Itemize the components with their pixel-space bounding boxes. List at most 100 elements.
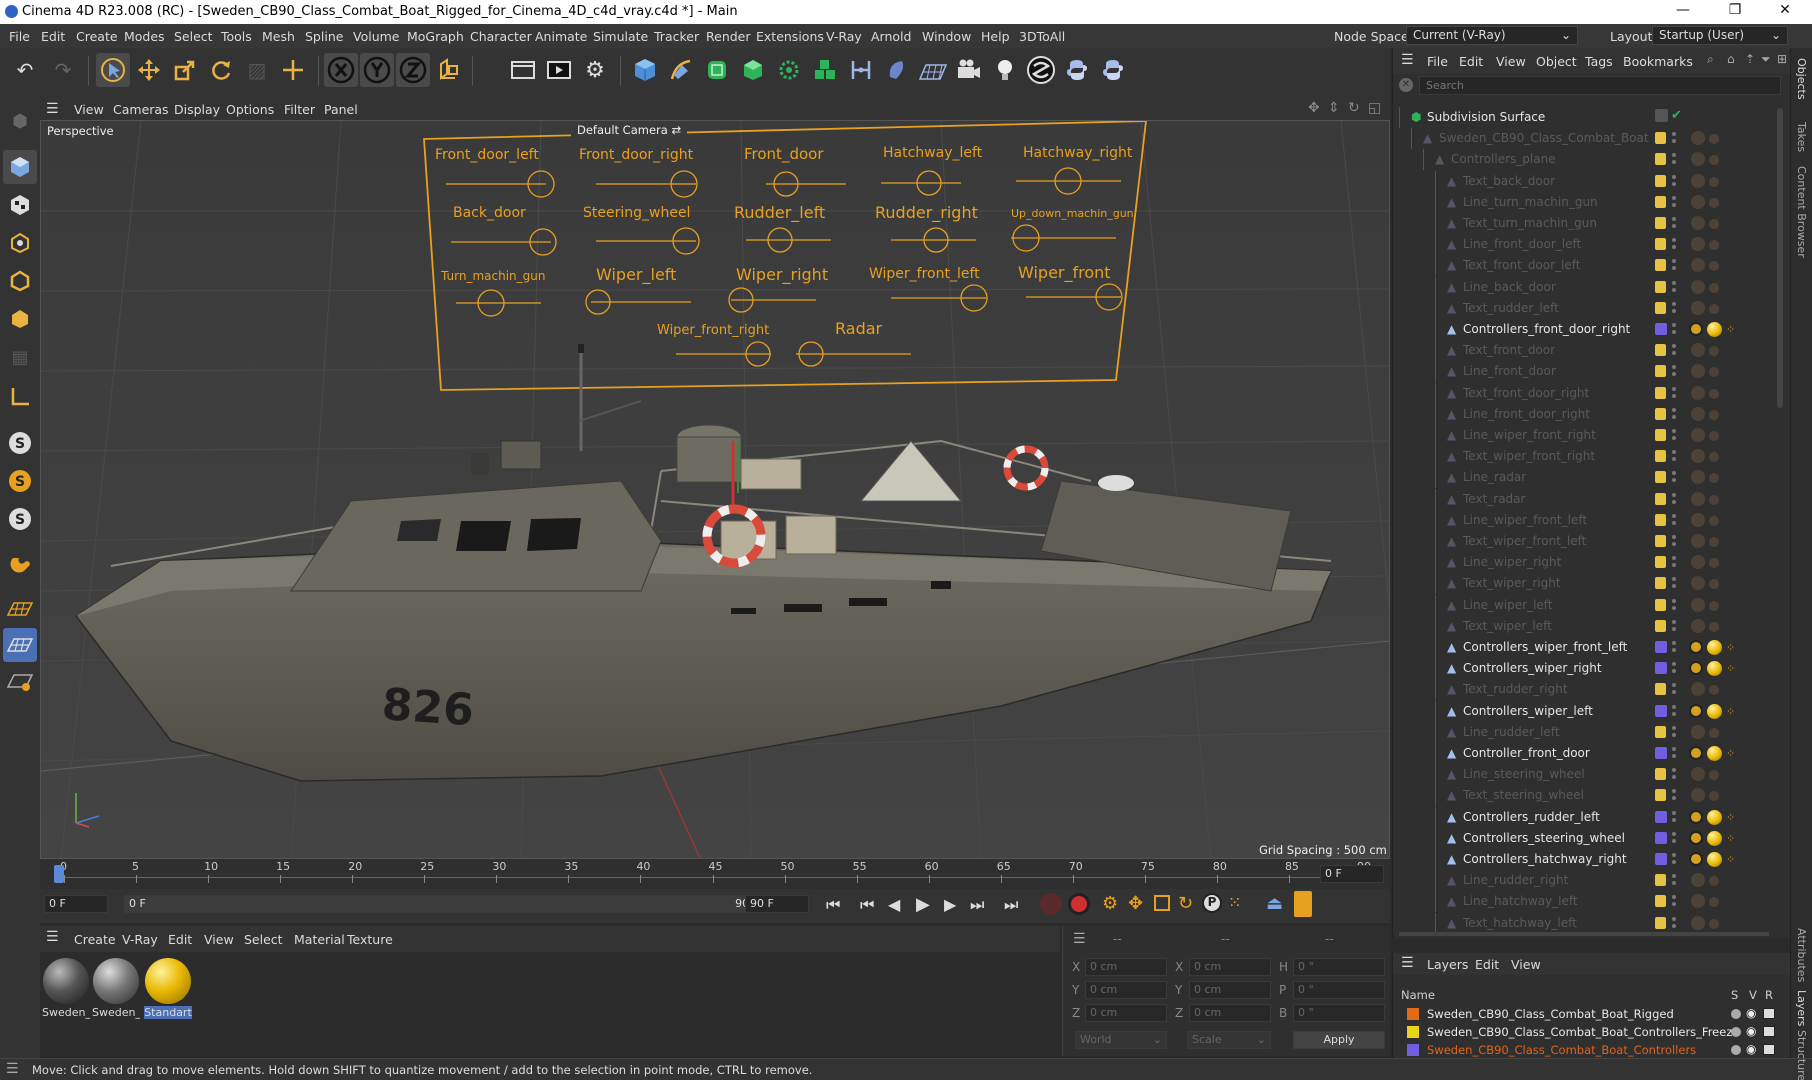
object-row[interactable]: ▲ Text_steering_wheel <box>1393 785 1775 807</box>
material-tag-icon[interactable] <box>1707 830 1722 846</box>
object-row[interactable]: ▲ Text_rudder_left <box>1393 297 1775 319</box>
menu-mograph[interactable]: MoGraph <box>407 29 464 44</box>
object-row[interactable]: ▲ Line_front_door_right <box>1393 403 1775 425</box>
cloner-icon[interactable] <box>808 53 842 87</box>
visibility-dots-icon[interactable] <box>1672 747 1676 759</box>
lock-icon[interactable] <box>1655 365 1666 378</box>
om-menu-object[interactable]: Object <box>1536 54 1577 69</box>
constraint-tag-icon[interactable] <box>1709 431 1719 441</box>
constraint-tag-icon[interactable]: ⁘ <box>1726 832 1735 845</box>
tab-content-browser[interactable]: Content Browser <box>1795 166 1808 258</box>
keyframe-settings-icon[interactable]: ⚙ <box>1102 893 1118 914</box>
layer-row[interactable]: Sweden_CB90_Class_Combat_Boat_Rigged ◉ <box>1393 1005 1791 1023</box>
viewport[interactable]: 826 Front_door_left Front_door_right Fro… <box>40 120 1390 859</box>
protection-tag-icon[interactable] <box>1689 746 1703 760</box>
material-tag-icon[interactable] <box>1707 809 1722 825</box>
material-tag-icon[interactable] <box>1691 576 1705 591</box>
visibility-dots-icon[interactable] <box>1672 301 1676 314</box>
visibility-dots-icon[interactable] <box>1672 365 1676 377</box>
menu-arnold[interactable]: Arnold <box>871 29 911 44</box>
object-row[interactable]: ▲ Line_rudder_right <box>1393 870 1775 892</box>
object-row[interactable]: ▲ Text_hatchway_left <box>1393 912 1775 934</box>
vp-menu-cameras[interactable]: Cameras <box>113 102 169 117</box>
object-row[interactable]: ▲ Controllers_plane <box>1393 149 1775 171</box>
pos-y-field[interactable]: 0 cm <box>1085 981 1167 999</box>
menu-3dtoall[interactable]: 3DToAll <box>1019 29 1065 44</box>
maximize-view-icon[interactable]: ◱ <box>1368 100 1381 116</box>
solo-toggle-icon[interactable] <box>1731 1045 1741 1055</box>
visibility-dots-icon[interactable] <box>1672 153 1676 165</box>
vp-menu-options[interactable]: Options <box>226 102 274 117</box>
protection-tag-icon[interactable] <box>1689 852 1703 866</box>
visibility-dots-icon[interactable] <box>1672 407 1676 420</box>
protection-tag-icon[interactable] <box>1689 322 1703 336</box>
world-coords-icon[interactable] <box>432 53 466 87</box>
constraint-tag-icon[interactable] <box>1709 600 1719 611</box>
material-tag-icon[interactable] <box>1691 491 1705 506</box>
object-row[interactable]: ▲ Text_back_door <box>1393 170 1775 192</box>
layer-menu-edit[interactable]: Edit <box>1475 957 1499 972</box>
visibility-dots-icon[interactable] <box>1672 874 1676 886</box>
apply-button[interactable]: Apply <box>1293 1031 1385 1049</box>
lock-icon[interactable] <box>1655 492 1666 505</box>
camera-badge[interactable]: Default Camera ⇄ <box>571 123 688 140</box>
material-tag-icon[interactable] <box>1691 216 1705 230</box>
material-tag-icon[interactable] <box>1691 385 1705 400</box>
points-mode-icon[interactable] <box>3 226 37 260</box>
object-row[interactable]: ▲ Line_turn_machin_gun <box>1393 191 1775 213</box>
object-row[interactable]: ▲ Line_wiper_front_right <box>1393 425 1775 446</box>
object-row[interactable]: ▲ Text_wiper_right <box>1393 573 1775 595</box>
solo-toggle-icon[interactable] <box>1731 1009 1741 1019</box>
constraint-tag-icon[interactable] <box>1709 918 1719 929</box>
python-icon[interactable] <box>1060 53 1094 87</box>
visibility-dots-icon[interactable] <box>1672 535 1676 547</box>
om-menu-bookmarks[interactable]: Bookmarks <box>1623 54 1693 69</box>
y-axis-icon[interactable] <box>360 53 394 87</box>
constraint-tag-icon[interactable] <box>1709 579 1719 590</box>
object-row[interactable]: ▲ Text_front_door_left <box>1393 255 1775 277</box>
layout-select[interactable]: Startup (User) ⌄ <box>1652 26 1788 45</box>
constraint-tag-icon[interactable] <box>1709 770 1719 781</box>
filter-icon[interactable]: ⏷ <box>1761 52 1771 67</box>
menu-render[interactable]: Render <box>706 29 751 44</box>
timeline-window-icon[interactable] <box>1294 891 1312 917</box>
extrude-icon[interactable] <box>736 53 770 87</box>
rot-b-field[interactable]: 0 ° <box>1293 1004 1385 1022</box>
deformer-icon[interactable] <box>844 53 878 87</box>
lock-icon[interactable] <box>1655 513 1666 526</box>
constraint-tag-icon[interactable] <box>1709 494 1719 505</box>
key-position-icon[interactable]: ✥ <box>1128 893 1143 914</box>
object-row[interactable]: ▲ Text_wiper_front_left <box>1393 531 1775 552</box>
object-row[interactable]: ▲ Text_wiper_left <box>1393 615 1775 637</box>
lock-icon[interactable] <box>1655 768 1666 781</box>
material-tag-icon[interactable] <box>1691 406 1705 421</box>
protection-tag-icon[interactable] <box>1689 640 1703 654</box>
lock-icon[interactable] <box>1655 598 1666 611</box>
render-icon[interactable] <box>542 53 576 87</box>
menu-mesh[interactable]: Mesh <box>262 29 295 44</box>
om-menu-view[interactable]: View <box>1496 54 1526 69</box>
z-axis-icon[interactable] <box>396 53 430 87</box>
menu-extensions[interactable]: Extensions <box>756 29 824 44</box>
constraint-tag-icon[interactable] <box>1709 685 1719 696</box>
select-icon[interactable] <box>96 53 130 87</box>
autokey-icon[interactable] <box>1068 893 1090 915</box>
material-tag-icon[interactable] <box>1707 746 1722 761</box>
constraint-tag-icon[interactable] <box>1709 155 1719 166</box>
pan-icon[interactable]: ✥ <box>1308 100 1320 116</box>
lock-icon[interactable] <box>1655 195 1666 208</box>
protection-tag-icon[interactable] <box>1689 703 1703 718</box>
object-row[interactable]: ▲ Text_rudder_right <box>1393 679 1775 701</box>
light-icon[interactable] <box>988 53 1022 87</box>
snap-workplane-icon[interactable]: S <box>3 502 37 536</box>
mat-menu-vray[interactable]: V-Ray <box>122 932 158 947</box>
prev-frame-icon[interactable]: ◀ <box>888 895 900 914</box>
material-tag-icon[interactable] <box>1691 428 1705 442</box>
object-row[interactable]: ▲ Line_wiper_right <box>1393 552 1775 574</box>
scale-icon[interactable] <box>168 53 202 87</box>
render-toggle-icon[interactable] <box>1763 1026 1775 1037</box>
mograph-icon[interactable] <box>772 53 806 87</box>
constraint-tag-icon[interactable] <box>1709 388 1719 399</box>
visibility-dots-icon[interactable] <box>1672 853 1676 865</box>
constraint-tag-icon[interactable] <box>1709 134 1719 145</box>
